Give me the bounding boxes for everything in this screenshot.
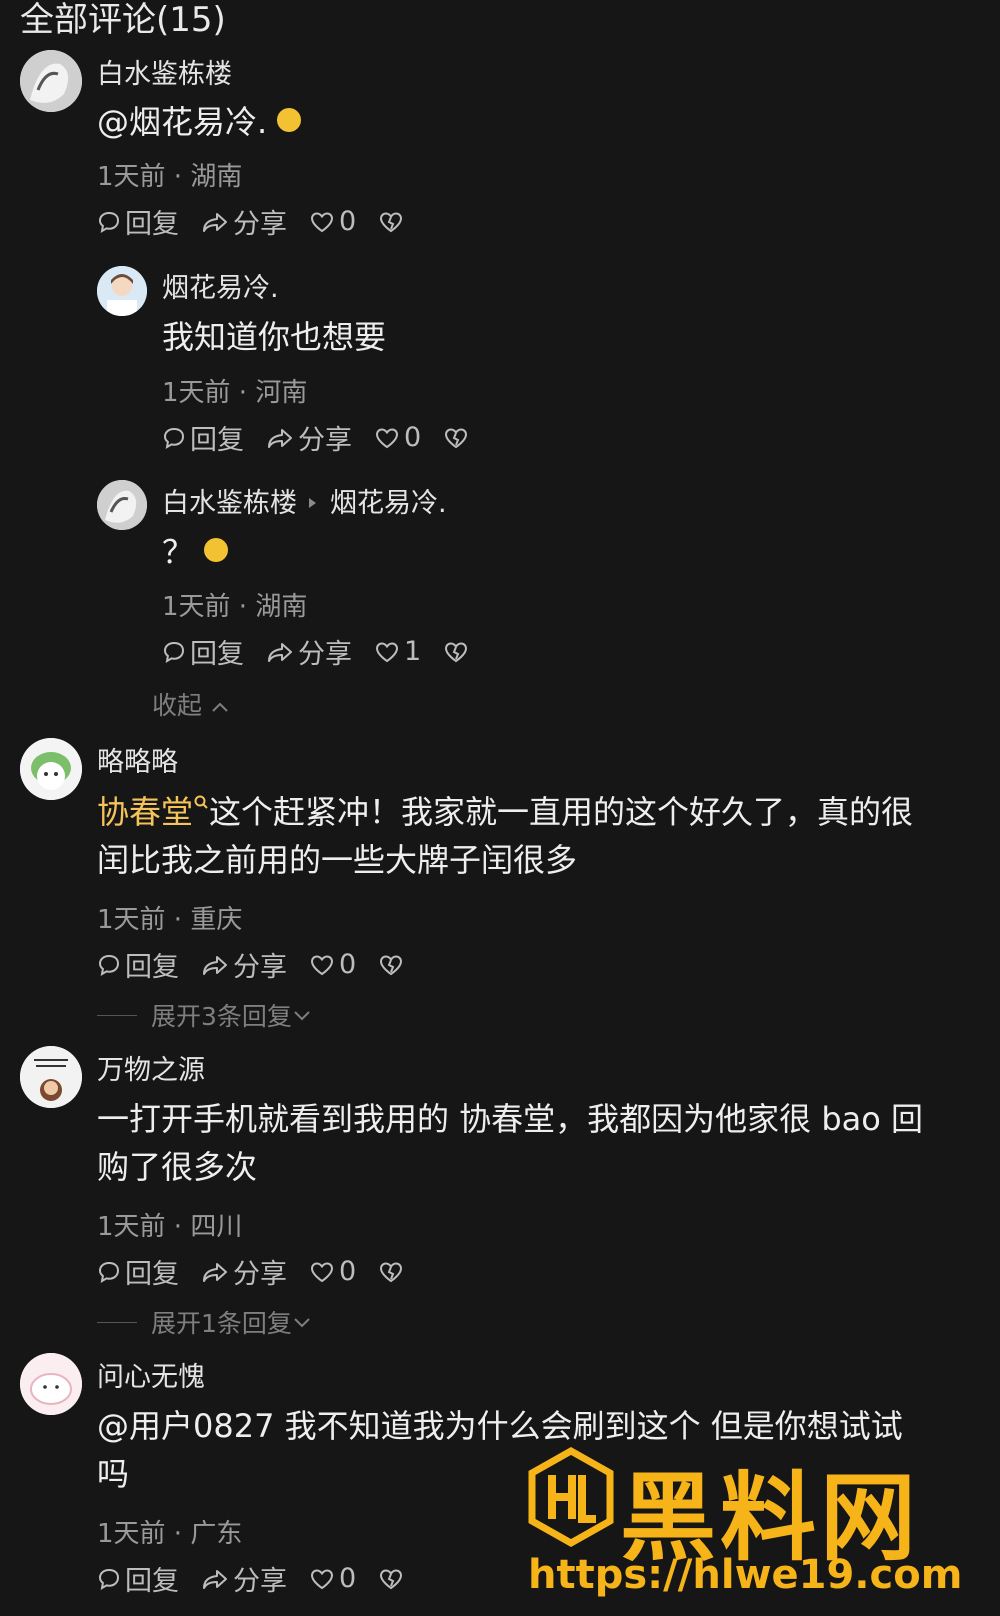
- dislike-button[interactable]: [378, 1567, 408, 1591]
- chevron-down-icon: [294, 1318, 310, 1328]
- chevron-up-icon: [212, 702, 228, 712]
- dislike-button[interactable]: [378, 210, 408, 234]
- avatar[interactable]: [20, 1353, 82, 1415]
- share-icon: [268, 428, 292, 448]
- reply-button[interactable]: 回复: [97, 1559, 179, 1598]
- reply-target[interactable]: 烟花易冷.: [330, 488, 447, 519]
- avatar[interactable]: [20, 50, 82, 112]
- share-button[interactable]: 分享: [201, 1559, 287, 1598]
- avatar[interactable]: [20, 738, 82, 800]
- avatar[interactable]: [20, 1046, 82, 1108]
- share-icon: [203, 212, 227, 232]
- divider: [97, 1014, 137, 1016]
- reply-to-arrow-icon: [309, 497, 316, 508]
- heart-icon: [310, 1261, 334, 1282]
- like-button[interactable]: 1: [374, 636, 421, 667]
- comment-text-line: 协春堂 这个赶紧冲！我家就一直用的这个好久了，真的很: [97, 793, 914, 831]
- chevron-down-icon: [294, 1011, 310, 1021]
- search-icon: [194, 795, 208, 809]
- comment-actions: 回复 分享 0: [97, 945, 430, 984]
- reply-text: ？: [162, 528, 229, 576]
- share-icon: [268, 642, 292, 662]
- watermark-logo-icon: [528, 1446, 614, 1551]
- comment-text-line: 吗: [97, 1455, 130, 1493]
- heart-icon: [310, 1568, 334, 1589]
- share-icon: [203, 1569, 227, 1589]
- comment-username[interactable]: 白水鉴栋楼: [97, 52, 232, 91]
- reply-button[interactable]: 回复: [162, 632, 244, 671]
- broken-heart-icon: [380, 1568, 403, 1589]
- heart-icon: [375, 641, 399, 662]
- comment-text-line: 闰比我之前用的一些大牌子闰很多: [97, 841, 578, 879]
- reply-icon: [98, 1261, 120, 1283]
- emoji-icon: [204, 538, 229, 562]
- reply-button[interactable]: 回复: [162, 418, 244, 457]
- keyword-link[interactable]: 协春堂: [97, 793, 193, 831]
- like-button[interactable]: 0: [374, 422, 421, 453]
- reply-meta: 1天前 · 湖南: [162, 592, 308, 622]
- broken-heart-icon: [445, 641, 468, 662]
- reply-actions: 回复 分享 0: [162, 418, 495, 457]
- reply-button[interactable]: 回复: [97, 202, 179, 241]
- comment-actions: 回复 分享 0: [97, 1559, 430, 1598]
- comment-meta: 1天前 · 四川: [97, 1212, 243, 1242]
- comment-meta: 1天前 · 重庆: [97, 905, 243, 935]
- share-icon: [203, 955, 227, 975]
- broken-heart-icon: [380, 954, 403, 975]
- reply-icon: [98, 1568, 120, 1590]
- dislike-button[interactable]: [443, 426, 473, 450]
- heart-icon: [310, 954, 334, 975]
- broken-heart-icon: [380, 1261, 403, 1282]
- reply-author[interactable]: 白水鉴栋楼: [162, 488, 297, 519]
- comment-text: @烟花易冷.: [97, 98, 302, 146]
- emoji-icon: [277, 108, 302, 132]
- broken-heart-icon: [445, 427, 468, 448]
- reply-button[interactable]: 回复: [97, 945, 179, 984]
- heart-icon: [375, 427, 399, 448]
- watermark-url: https://hlwe19.com: [528, 1552, 963, 1598]
- comment-meta: 1天前 · 广东: [97, 1519, 243, 1549]
- share-button[interactable]: 分享: [201, 945, 287, 984]
- collapse-replies-button[interactable]: 收起: [152, 686, 230, 722]
- like-button[interactable]: 0: [309, 206, 356, 237]
- avatar[interactable]: [97, 480, 147, 530]
- share-button[interactable]: 分享: [266, 632, 352, 671]
- comment-username[interactable]: 万物之源: [97, 1048, 205, 1087]
- comment-text-line: 一打开手机就看到我用的 协春堂，我都因为他家很 bao 回: [97, 1100, 924, 1138]
- reply-button[interactable]: 回复: [97, 1252, 179, 1291]
- reply-icon: [163, 427, 185, 449]
- reply-text: 我知道你也想要: [162, 318, 387, 356]
- comment-text-line: 购了很多次: [97, 1148, 258, 1186]
- expand-replies-button[interactable]: 展开3条回复: [97, 997, 312, 1033]
- reply-actions: 回复 分享 1: [162, 632, 495, 671]
- like-button[interactable]: 0: [309, 1256, 356, 1287]
- comment-meta: 1天前 · 湖南: [97, 162, 243, 192]
- like-button[interactable]: 0: [309, 949, 356, 980]
- reply-icon: [98, 954, 120, 976]
- comment-actions: 回复 分享 0: [97, 202, 430, 241]
- expand-replies-button[interactable]: 展开1条回复: [97, 1304, 312, 1340]
- comment-username[interactable]: 略略略: [97, 740, 178, 779]
- comment-actions: 回复 分享 0: [97, 1252, 430, 1291]
- dislike-button[interactable]: [378, 1260, 408, 1284]
- dislike-button[interactable]: [443, 640, 473, 664]
- heart-icon: [310, 211, 334, 232]
- comments-title: 全部评论(15): [20, 0, 226, 40]
- reply-username: 白水鉴栋楼 烟花易冷.: [162, 481, 447, 520]
- reply-icon: [163, 641, 185, 663]
- share-button[interactable]: 分享: [201, 1252, 287, 1291]
- comment-username[interactable]: 问心无愧: [97, 1355, 205, 1394]
- share-button[interactable]: 分享: [266, 418, 352, 457]
- share-icon: [203, 1262, 227, 1282]
- reply-icon: [98, 211, 120, 233]
- divider: [97, 1321, 137, 1323]
- avatar[interactable]: [97, 266, 147, 316]
- reply-username[interactable]: 烟花易冷.: [162, 266, 279, 305]
- share-button[interactable]: 分享: [201, 202, 287, 241]
- broken-heart-icon: [380, 211, 403, 232]
- dislike-button[interactable]: [378, 953, 408, 977]
- like-button[interactable]: 0: [309, 1563, 356, 1594]
- reply-meta: 1天前 · 河南: [162, 378, 308, 408]
